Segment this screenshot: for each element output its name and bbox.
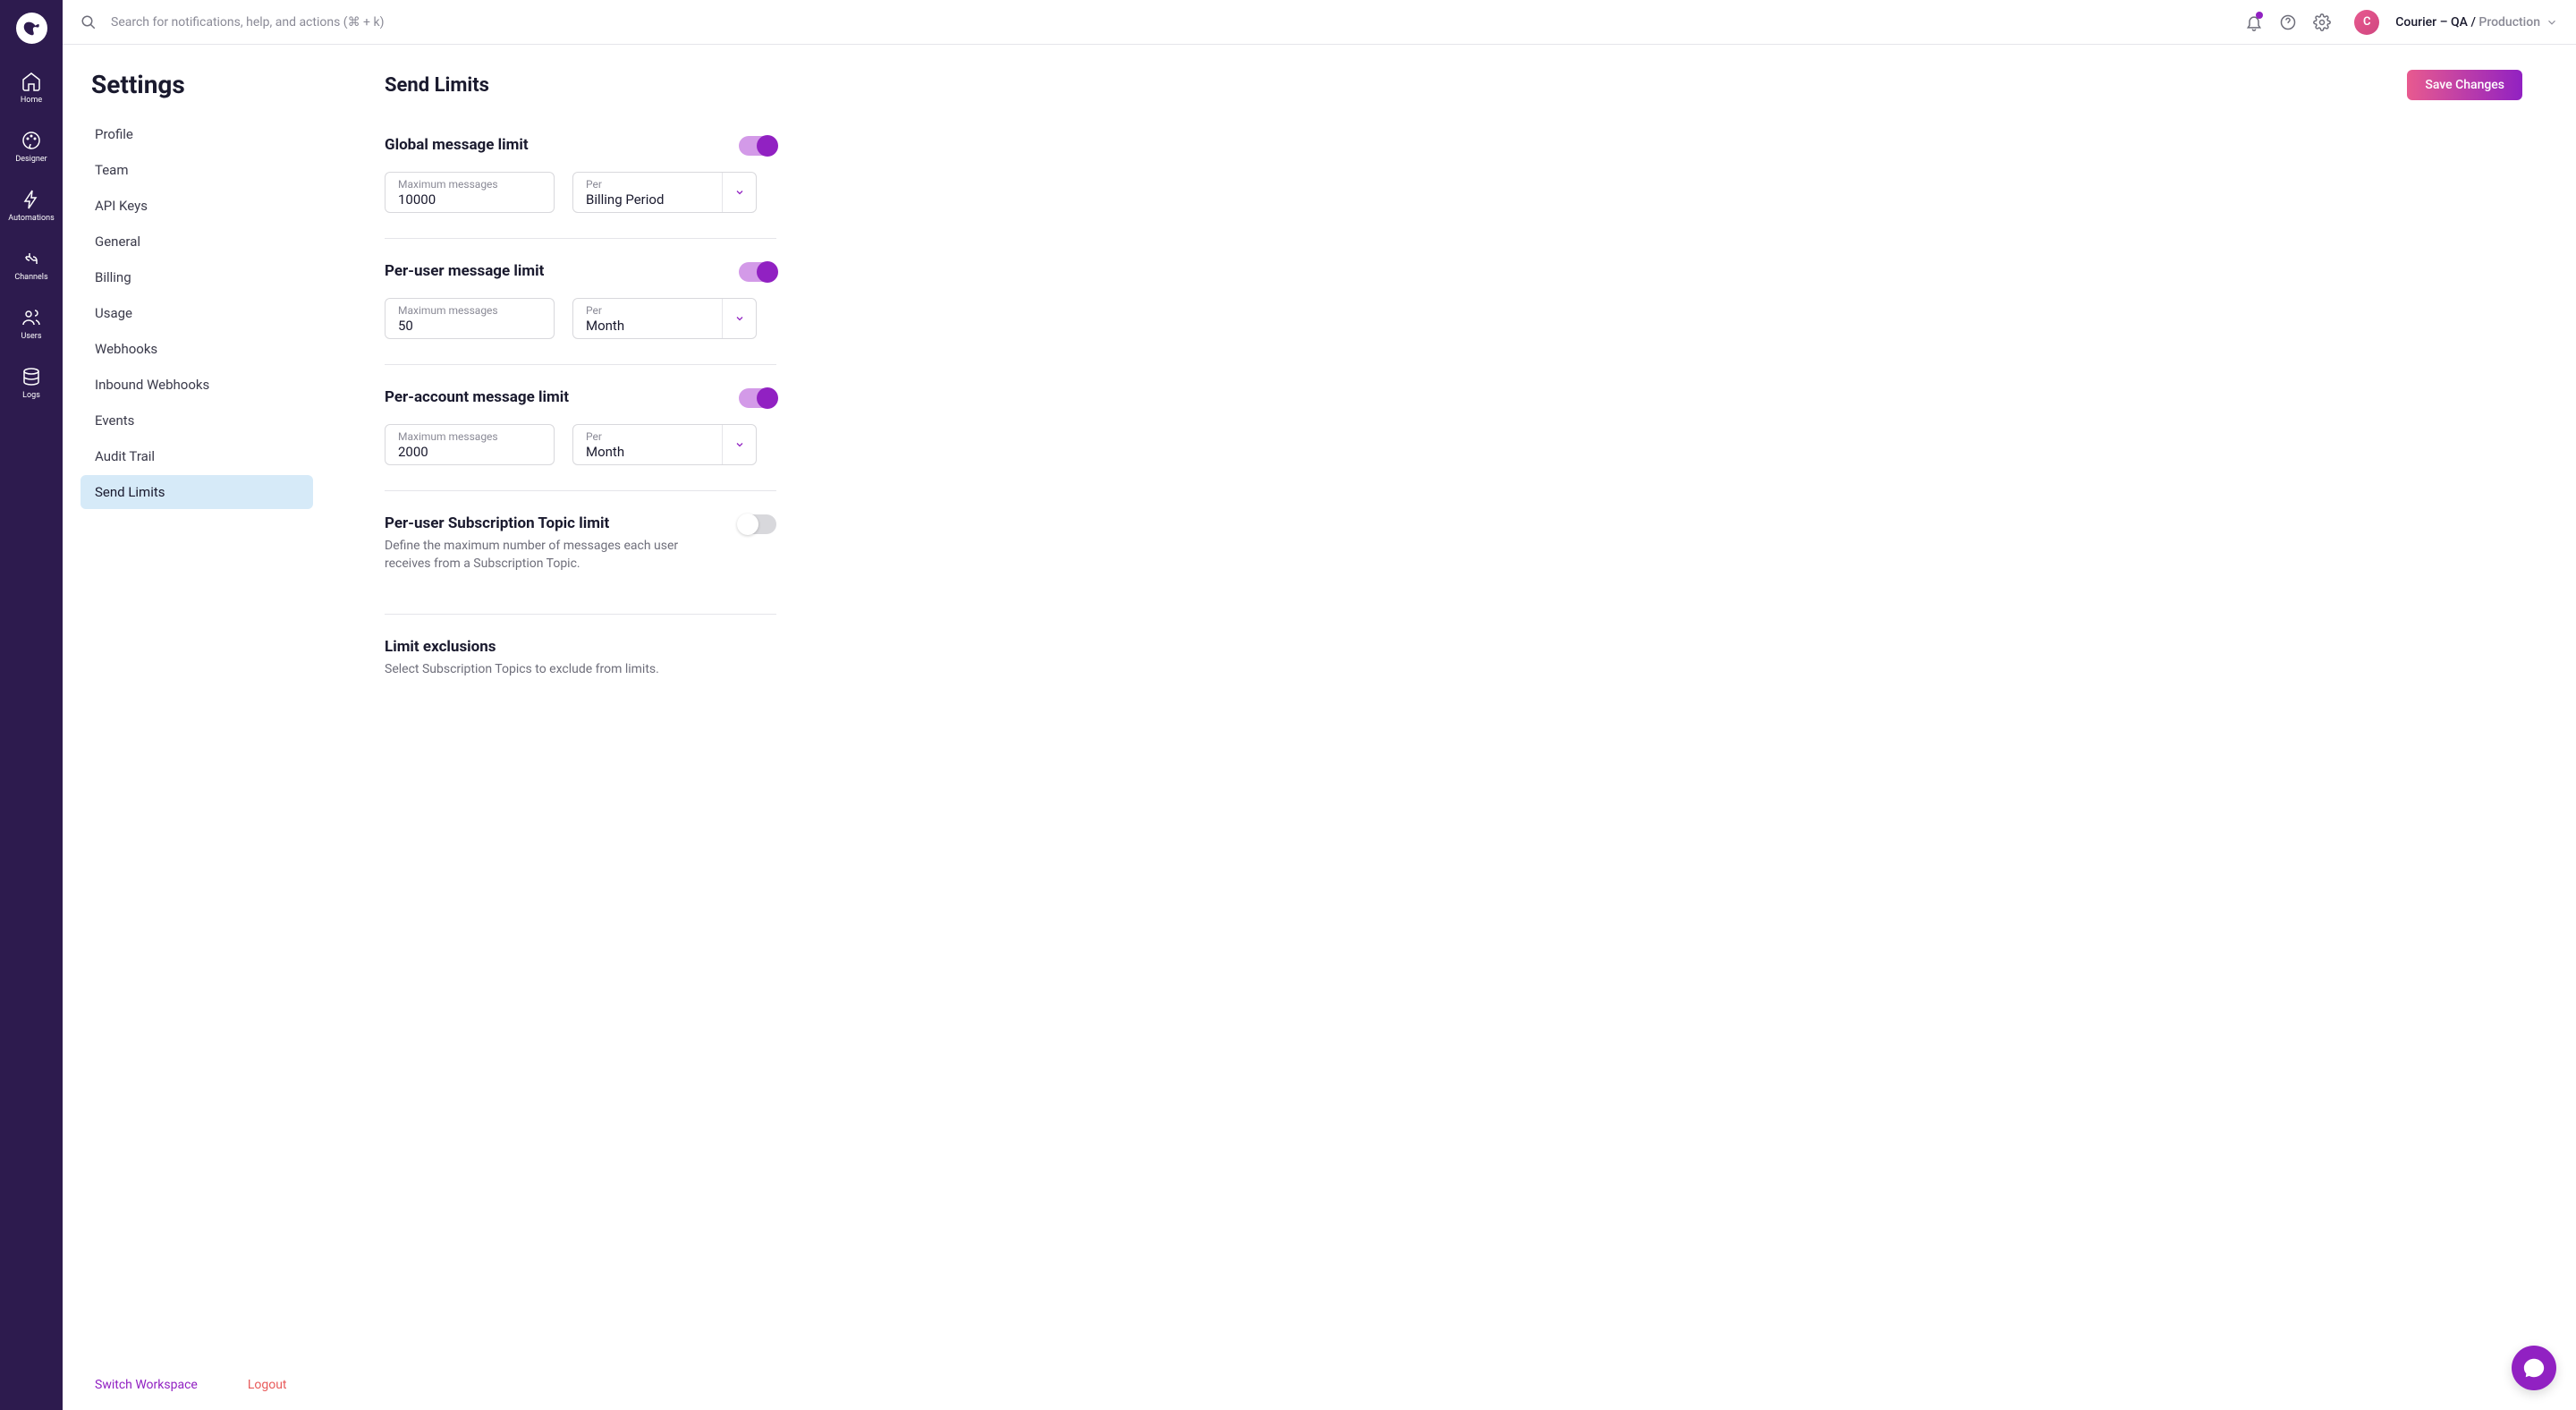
field-label: Maximum messages xyxy=(398,304,541,317)
help-icon[interactable] xyxy=(2279,13,2297,31)
nav-label: Users xyxy=(21,332,42,341)
settings-nav: Profile Team API Keys General Billing Us… xyxy=(63,117,331,1378)
section-per-user: Per-user message limit Maximum messages … xyxy=(385,262,776,365)
search-area xyxy=(80,14,2245,30)
field-label: Maximum messages xyxy=(398,430,541,443)
global-max-field[interactable]: Maximum messages xyxy=(385,172,555,213)
content: Settings Profile Team API Keys General B… xyxy=(63,45,2576,1410)
nav-label: Logs xyxy=(22,391,40,400)
avatar[interactable]: C xyxy=(2354,10,2379,35)
per-account-toggle[interactable] xyxy=(739,388,776,408)
nav-channels[interactable]: Channels xyxy=(0,248,63,282)
select-value: Billing Period xyxy=(586,191,709,208)
workspace-primary: Courier – QA / xyxy=(2395,15,2479,30)
settings-nav-profile[interactable]: Profile xyxy=(80,117,313,151)
logout-link[interactable]: Logout xyxy=(248,1378,287,1392)
chat-bubble[interactable] xyxy=(2512,1346,2556,1390)
workspace-selector[interactable]: Courier – QA / Production xyxy=(2395,15,2558,30)
section-desc: Define the maximum number of messages ea… xyxy=(385,538,689,573)
section-subscription: Per-user Subscription Topic limit Define… xyxy=(385,514,776,615)
section-exclusions: Limit exclusions Select Subscription Top… xyxy=(385,638,776,704)
search-icon xyxy=(80,14,97,30)
nav-logs[interactable]: Logs xyxy=(0,366,63,400)
nav-home[interactable]: Home xyxy=(0,71,63,105)
section-desc: Select Subscription Topics to exclude fr… xyxy=(385,661,689,679)
header-right: C Courier – QA / Production xyxy=(2245,10,2558,35)
field-label: Per xyxy=(586,178,709,191)
settings-title: Settings xyxy=(63,70,331,99)
settings-nav-webhooks[interactable]: Webhooks xyxy=(80,332,313,366)
settings-nav-inbound-webhooks[interactable]: Inbound Webhooks xyxy=(80,368,313,402)
global-per-select[interactable]: Per Billing Period xyxy=(572,172,757,213)
section-global: Global message limit Maximum messages Pe… xyxy=(385,136,776,239)
settings-nav-usage[interactable]: Usage xyxy=(80,296,313,330)
section-title: Global message limit xyxy=(385,136,529,154)
chevron-down-icon xyxy=(722,299,756,338)
notification-dot xyxy=(2256,12,2263,19)
main-area: C Courier – QA / Production Settings Pro… xyxy=(63,0,2576,1410)
chevron-down-icon xyxy=(722,425,756,464)
settings-footer: Switch Workspace Logout xyxy=(63,1378,331,1392)
save-button[interactable]: Save Changes xyxy=(2407,70,2522,100)
notifications-icon[interactable] xyxy=(2245,13,2263,31)
per-account-per-select[interactable]: Per Month xyxy=(572,424,757,465)
users-icon xyxy=(21,307,42,328)
app-logo[interactable] xyxy=(16,13,47,44)
field-label: Per xyxy=(586,430,709,443)
field-label: Maximum messages xyxy=(398,178,541,191)
nav-automations[interactable]: Automations xyxy=(0,189,63,223)
switch-workspace-link[interactable]: Switch Workspace xyxy=(95,1378,198,1392)
field-label: Per xyxy=(586,304,709,317)
settings-nav-billing[interactable]: Billing xyxy=(80,260,313,294)
nav-label: Designer xyxy=(15,155,47,164)
settings-sidebar: Settings Profile Team API Keys General B… xyxy=(63,45,331,1410)
global-toggle[interactable] xyxy=(739,136,776,156)
section-title: Limit exclusions xyxy=(385,638,776,656)
section-per-account: Per-account message limit Maximum messag… xyxy=(385,388,776,491)
chevron-down-icon xyxy=(722,173,756,212)
home-icon xyxy=(21,71,42,92)
per-account-max-input[interactable] xyxy=(398,444,541,460)
nav-designer[interactable]: Designer xyxy=(0,130,63,164)
palette-icon xyxy=(21,130,42,151)
per-account-max-field[interactable]: Maximum messages xyxy=(385,424,555,465)
per-user-per-select[interactable]: Per Month xyxy=(572,298,757,339)
nav-label: Home xyxy=(21,96,42,105)
chevron-down-icon xyxy=(2546,16,2558,29)
nav-rail: Home Designer Automations Channels Users… xyxy=(0,0,63,1410)
settings-nav-general[interactable]: General xyxy=(80,225,313,259)
settings-nav-events[interactable]: Events xyxy=(80,403,313,437)
nav-label: Automations xyxy=(8,214,54,223)
subscription-toggle[interactable] xyxy=(739,514,776,534)
workspace-secondary: Production xyxy=(2479,15,2540,30)
per-user-max-input[interactable] xyxy=(398,318,541,334)
settings-nav-send-limits[interactable]: Send Limits xyxy=(80,475,313,509)
lightning-icon xyxy=(21,189,42,210)
per-user-max-field[interactable]: Maximum messages xyxy=(385,298,555,339)
section-title: Per-user Subscription Topic limit xyxy=(385,514,689,532)
page-heading: Send Limits xyxy=(385,74,489,97)
nav-users[interactable]: Users xyxy=(0,307,63,341)
settings-nav-audit-trail[interactable]: Audit Trail xyxy=(80,439,313,473)
global-max-input[interactable] xyxy=(398,191,541,208)
header: C Courier – QA / Production xyxy=(63,0,2576,45)
gear-icon[interactable] xyxy=(2313,13,2331,31)
settings-nav-team[interactable]: Team xyxy=(80,153,313,187)
nav-label: Channels xyxy=(14,273,47,282)
select-value: Month xyxy=(586,318,709,334)
database-icon xyxy=(21,366,42,387)
content-header: Send Limits Save Changes xyxy=(385,70,2522,100)
section-title: Per-account message limit xyxy=(385,388,569,406)
per-user-toggle[interactable] xyxy=(739,262,776,282)
search-input[interactable] xyxy=(111,15,469,30)
settings-content: Send Limits Save Changes Global message … xyxy=(331,45,2576,1410)
select-value: Month xyxy=(586,444,709,460)
settings-nav-api-keys[interactable]: API Keys xyxy=(80,189,313,223)
plug-icon xyxy=(21,248,42,269)
section-title: Per-user message limit xyxy=(385,262,544,280)
